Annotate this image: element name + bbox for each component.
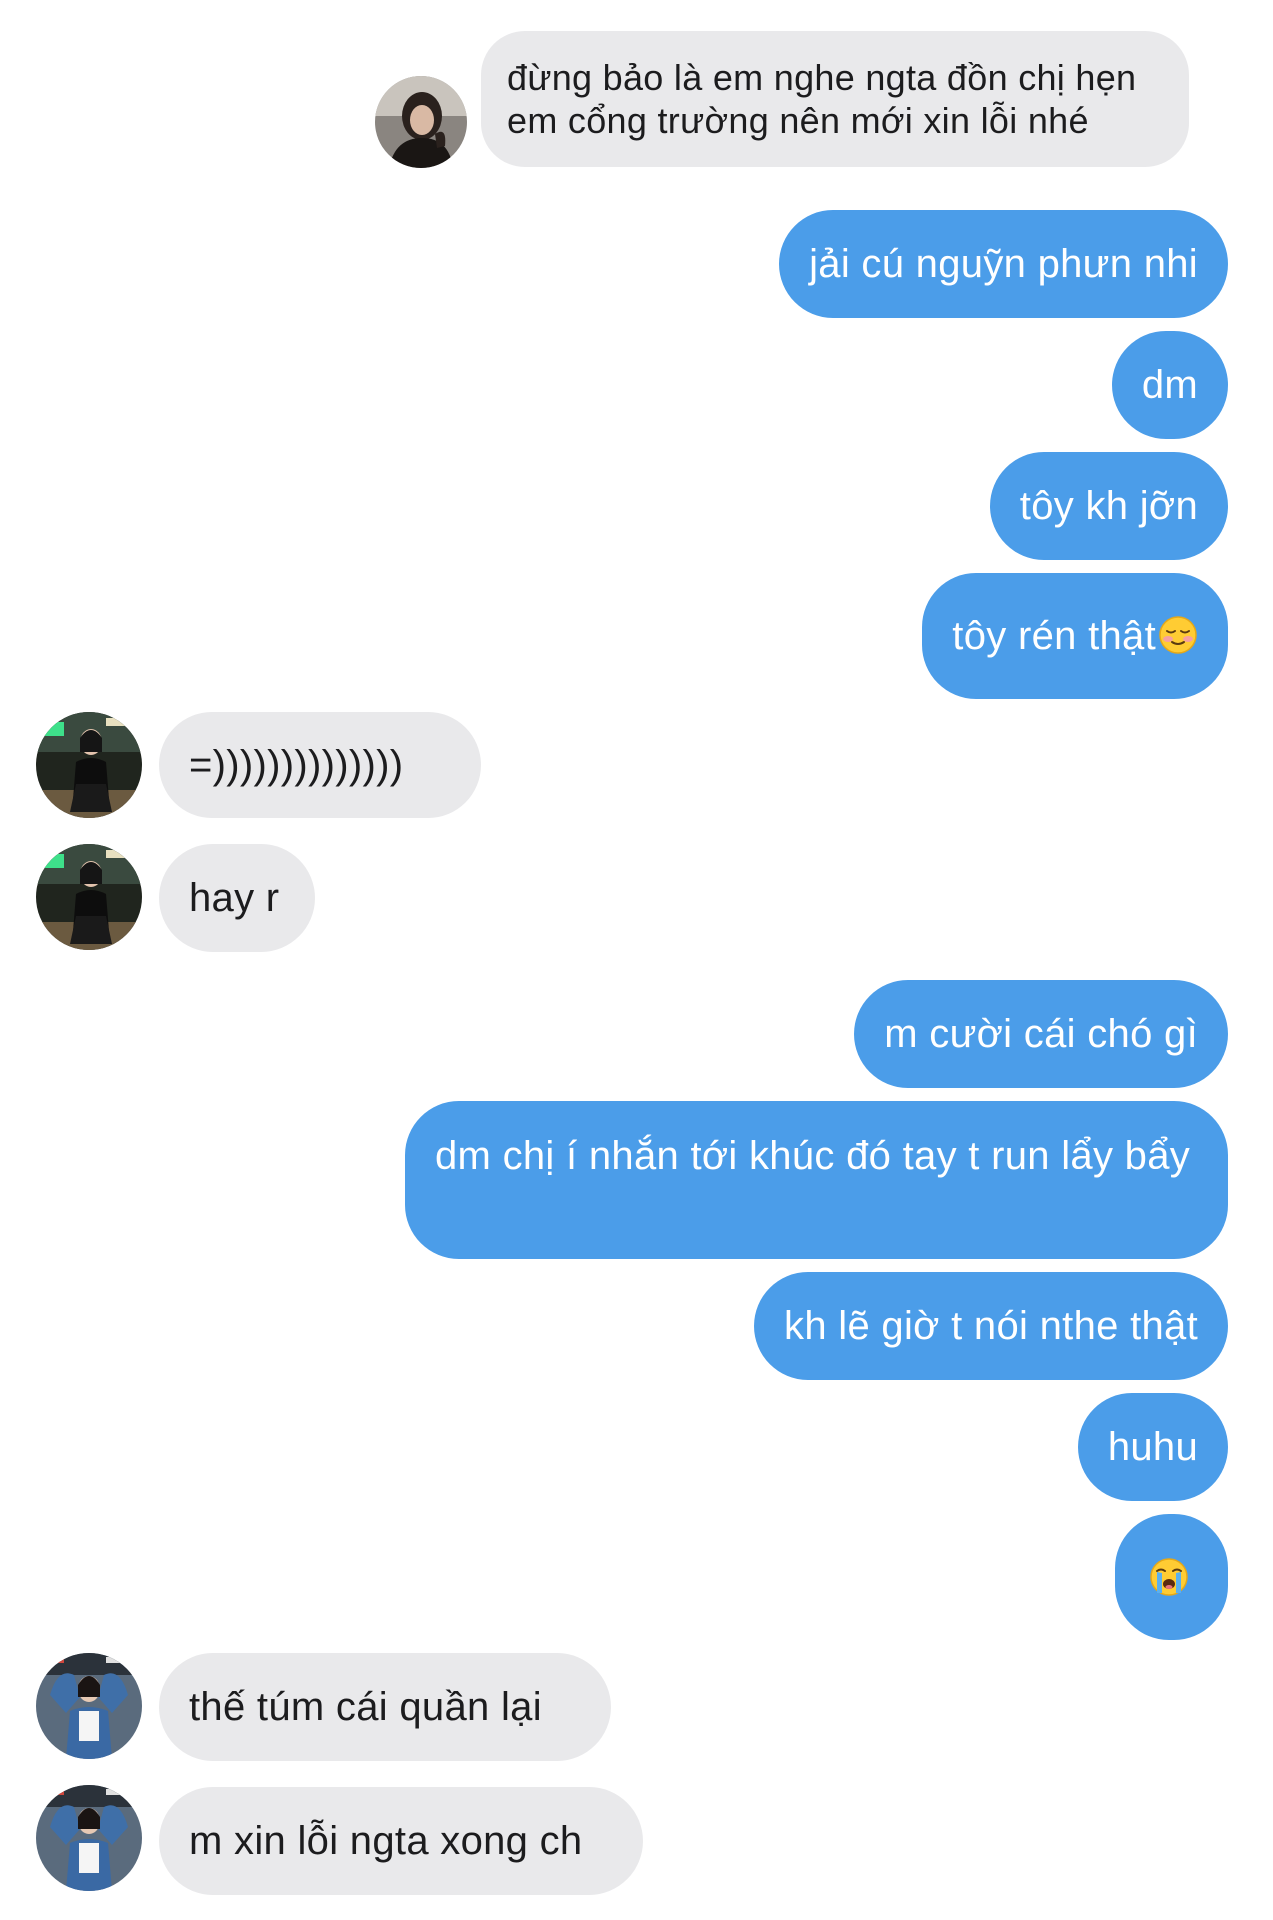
message-text: dm: [1141, 363, 1198, 407]
quoted-reply-bubble[interactable]: đừng bảo là em nghe ngta đồn chị hẹn em …: [481, 31, 1189, 167]
message-text: tôy rén thật: [952, 614, 1156, 658]
outgoing-message[interactable]: m cười cái chó gì: [854, 980, 1228, 1088]
outgoing-message[interactable]: [1115, 1514, 1228, 1640]
outgoing-message[interactable]: tôy kh jỡn: [989, 452, 1228, 560]
message-text: huhu: [1107, 1425, 1198, 1469]
message-text: tôy kh jỡn: [1019, 484, 1198, 528]
quoted-reply-text: đừng bảo là em nghe ngta đồn chị hẹn em …: [507, 57, 1137, 141]
outgoing-message[interactable]: dm chị í nhắn tới khúc đó tay t run lẩy …: [405, 1101, 1228, 1259]
incoming-message[interactable]: hay r: [159, 844, 315, 952]
message-text: jải cú nguỹn phưn nhi: [809, 242, 1198, 286]
smiling-face-icon: [1158, 615, 1198, 655]
outgoing-message[interactable]: kh lẽ giờ t nói nthe thật: [754, 1272, 1228, 1380]
message-text: m xin lỗi ngta xong ch: [189, 1819, 583, 1863]
message-text: kh lẽ giờ t nói nthe thật: [784, 1304, 1198, 1348]
avatar-sender[interactable]: [36, 1653, 142, 1759]
outgoing-message[interactable]: dm: [1111, 331, 1228, 439]
incoming-message[interactable]: =)))))))))))))): [159, 712, 481, 818]
message-text: thế túm cái quần lại: [189, 1685, 542, 1729]
outgoing-message[interactable]: jải cú nguỹn phưn nhi: [779, 210, 1228, 318]
message-text: =)))))))))))))): [189, 743, 404, 787]
outgoing-message[interactable]: tôy rén thật: [922, 573, 1228, 699]
avatar-sender[interactable]: [36, 712, 142, 818]
message-text: dm chị í nhắn tới khúc đó tay t run lẩy …: [435, 1134, 1191, 1178]
avatar-sender[interactable]: [36, 1785, 142, 1891]
avatar-quoted-sender[interactable]: [375, 76, 467, 168]
loudly-crying-face-icon: [1149, 1557, 1189, 1597]
avatar-sender[interactable]: [36, 844, 142, 950]
incoming-message[interactable]: thế túm cái quần lại: [159, 1653, 611, 1761]
message-text: m cười cái chó gì: [884, 1012, 1198, 1056]
incoming-message[interactable]: m xin lỗi ngta xong ch: [159, 1787, 643, 1895]
message-text: hay r: [189, 876, 280, 920]
outgoing-message[interactable]: huhu: [1077, 1393, 1228, 1501]
